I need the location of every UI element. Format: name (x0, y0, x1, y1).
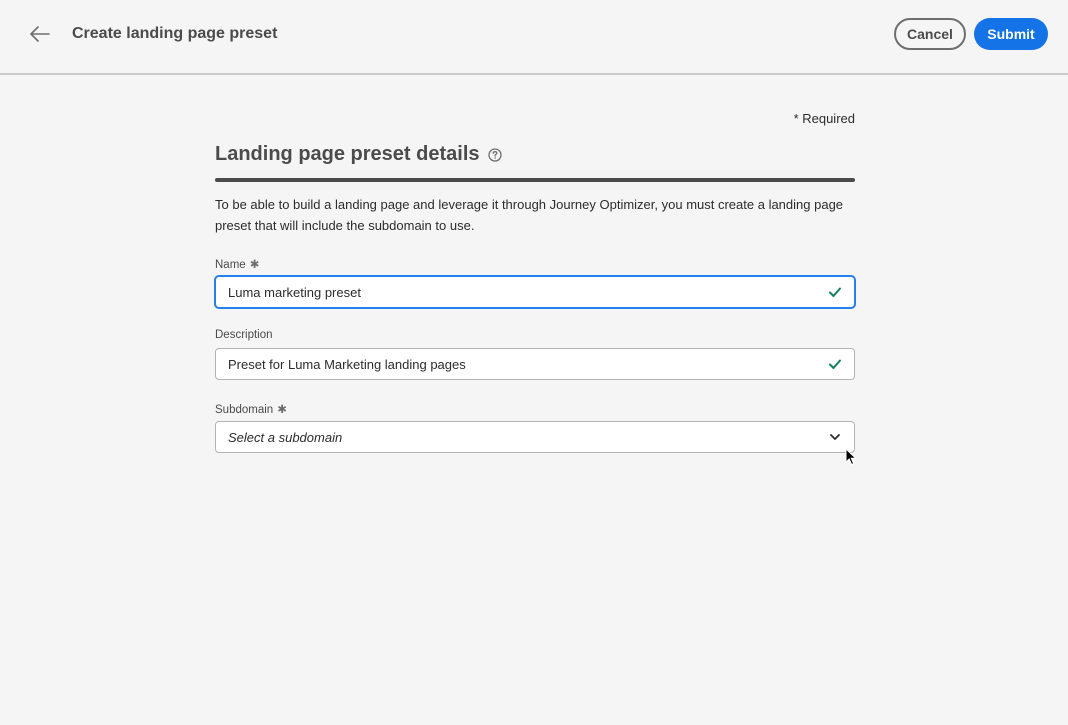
help-icon[interactable] (487, 147, 502, 162)
section-title: Landing page preset details (215, 143, 480, 165)
cancel-button[interactable]: Cancel (894, 18, 966, 50)
name-label: Name ✱ (215, 257, 259, 271)
description-input-value: Preset for Luma Marketing landing pages (228, 356, 466, 372)
check-icon (828, 357, 842, 371)
mouse-pointer-icon (845, 447, 857, 466)
chevron-down-icon[interactable] (828, 430, 842, 444)
description-label: Description (215, 329, 273, 341)
top-bar: Create landing page preset Cancel Submit (0, 0, 1068, 75)
section-description: To be able to build a landing page and l… (215, 197, 844, 233)
page-title: Create landing page preset (72, 25, 278, 42)
section-heading: Landing page preset details (215, 143, 502, 166)
name-input-value: Luma marketing preset (228, 284, 361, 300)
arrow-left-icon (30, 26, 50, 42)
subdomain-label: Subdomain ✱ (215, 402, 287, 416)
name-input[interactable]: Luma marketing preset (215, 276, 855, 308)
submit-button[interactable]: Submit (974, 18, 1048, 50)
subdomain-placeholder: Select a subdomain (228, 429, 343, 445)
required-asterisk: ✱ (249, 259, 260, 271)
subdomain-select[interactable]: Select a subdomain (215, 421, 855, 453)
required-note: * Required (793, 111, 855, 126)
back-button[interactable] (26, 20, 54, 48)
subdomain-label-text: Subdomain (215, 404, 274, 416)
name-label-text: Name (215, 259, 246, 271)
section-divider (215, 178, 855, 182)
description-input[interactable]: Preset for Luma Marketing landing pages (215, 348, 855, 380)
description-label-text: Description (215, 329, 273, 341)
check-icon (828, 285, 842, 299)
required-asterisk: ✱ (277, 404, 287, 416)
